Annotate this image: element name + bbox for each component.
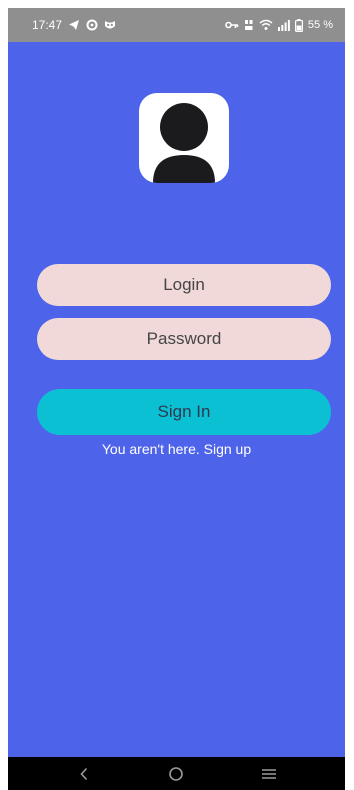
app-screen: 17:47 55 % Login Sign In You aren't here… — [8, 8, 345, 790]
status-time: 17:47 — [32, 18, 63, 32]
user-icon — [153, 103, 215, 183]
home-icon — [169, 766, 184, 781]
recents-icon — [261, 768, 276, 779]
ring-icon — [86, 19, 98, 31]
back-button[interactable] — [64, 757, 104, 790]
status-right: 55 % — [225, 18, 333, 32]
status-bar: 17:47 55 % — [8, 8, 345, 42]
avatar — [139, 93, 229, 183]
home-button[interactable] — [156, 757, 196, 790]
battery-icon — [294, 18, 303, 32]
recents-button[interactable] — [249, 757, 289, 790]
login-input[interactable] — [37, 264, 331, 306]
volte-icon — [244, 19, 254, 31]
back-icon — [80, 767, 88, 780]
telegram-icon — [68, 19, 80, 31]
wifi-icon — [259, 19, 273, 31]
password-input[interactable] — [37, 318, 331, 360]
owl-icon — [104, 19, 116, 31]
sign-up-link[interactable]: You aren't here. Sign up — [8, 441, 345, 457]
key-icon — [225, 20, 239, 30]
navigation-bar — [8, 757, 345, 790]
signal-icon — [277, 19, 290, 31]
battery-level: 55 % — [307, 19, 333, 31]
status-left: 17:47 — [32, 18, 116, 32]
sign-in-button[interactable]: Sign In — [37, 389, 331, 435]
